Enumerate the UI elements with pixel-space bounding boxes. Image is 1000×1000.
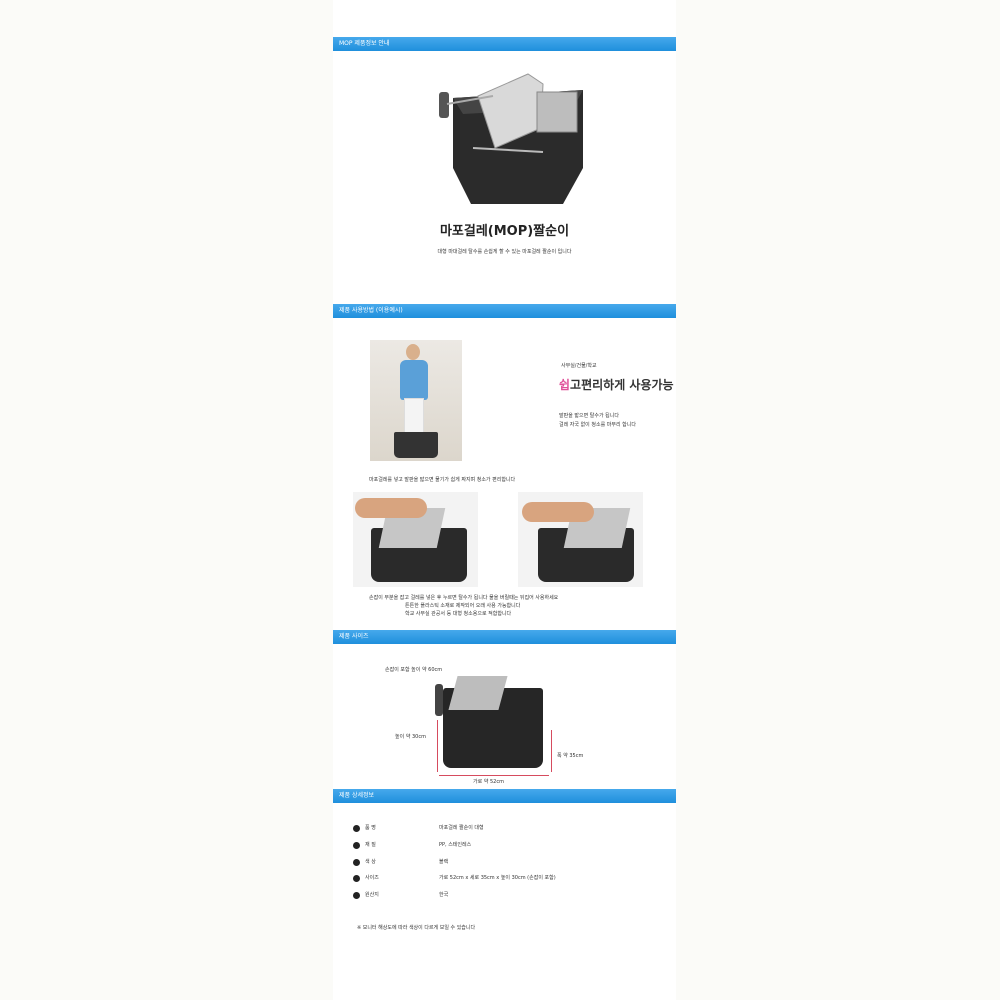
tagline-rest: 고편리하게 사용가능 [570,378,674,392]
spec-label: 사이즈 [365,875,379,881]
usage-caption-4: 학교 사무실 관공서 등 대형 청소용으로 적합합니다 [405,611,512,617]
size-label-depth: 폭 약 35cm [557,753,584,759]
spec-value: 가로 52cm x 세로 35cm x 높이 30cm (손잡이 포함) [439,875,556,881]
spec-row-material: 재 질 PP, 스테인레스 [353,841,653,853]
tagline-big: 쉽고편리하게 사용가능 [559,376,674,393]
usage-caption-3: 튼튼한 플라스틱 소재로 제작되어 오래 사용 가능합니다 [405,603,521,609]
spec-row-origin: 원산지 한국 [353,891,653,903]
bullet-icon [353,892,360,899]
spec-value: PP, 스테인레스 [439,842,472,848]
spec-row-color: 색 상 블랙 [353,858,653,870]
spec-row-size: 사이즈 가로 52cm x 세로 35cm x 높이 30cm (손잡이 포함) [353,874,653,886]
dim-roller [435,684,443,716]
spec-label: 색 상 [365,859,376,865]
section-header-intro: MOP 제품정보 안내 [333,37,676,51]
tagline-desc-2: 걸레 자국 없이 청소를 마무리 합니다 [559,422,636,428]
spec-label: 원산지 [365,892,379,898]
product-subtitle: 대형 마대걸레 탈수를 손쉽게 할 수 있는 마포걸레 짤순이 입니다 [437,249,572,255]
bullet-icon [353,875,360,882]
spec-label: 재 질 [365,842,376,848]
spec-value: 한국 [439,892,449,898]
woman-head [406,344,420,360]
dim-plate [448,676,508,710]
section-header-size: 제품 사이즈 [333,630,676,644]
bullet-icon [353,825,360,832]
dim-line-width [439,775,549,776]
size-label-top: 손잡이 포함 높이 약 60cm [385,667,443,673]
section-header-usage: 제품 사용방법 (이용예시) [333,304,676,318]
product-title: 마포걸레(MOP)짤순이 [439,224,570,239]
detail-page: MOP 제품정보 안내 마포걸레(MOP)짤순이 대형 마대걸레 탈수를 손쉽게… [333,0,676,1000]
dim-line-depth [551,730,552,772]
spec-label: 품 명 [365,825,376,831]
size-label-width: 가로 약 52cm [473,779,504,785]
tagline-desc-1: 발판을 밟으면 탈수가 됩니다 [559,413,619,419]
tagline-highlight: 쉽 [559,378,571,392]
size-label-height: 높이 약 30cm [395,734,426,740]
spec-value: 블랙 [439,859,449,865]
photo-arm [355,498,427,518]
spec-value: 마포걸레 짤순이 대형 [439,825,484,831]
usage-caption-1: 마포걸레를 넣고 발판을 밟으면 물기가 쉽게 짜지며 청소가 편리합니다 [369,477,516,483]
section-header-spec: 제품 상세정보 [333,789,676,803]
woman-body [400,360,428,400]
tagline-small: 사무실/건물/학교 [561,363,597,369]
spec-row-name: 품 명 마포걸레 짤순이 대형 [353,824,653,836]
dim-line-height [437,720,438,772]
usage-photo-hand-2 [518,492,643,587]
usage-photo-hand-1 [353,492,478,587]
usage-photo-woman [370,340,462,461]
bucket-small [394,432,438,458]
usage-caption-2: 손잡이 부분을 잡고 걸레를 넣은 후 누르면 탈수가 됩니다 물을 버릴때는 … [369,595,559,601]
product-image-mop-wringer [439,73,583,204]
spec-footnote: ※ 모니터 해상도에 따라 색상이 다르게 보일 수 있습니다 [357,925,476,931]
photo-arm [522,502,594,522]
bullet-icon [353,842,360,849]
bullet-icon [353,859,360,866]
